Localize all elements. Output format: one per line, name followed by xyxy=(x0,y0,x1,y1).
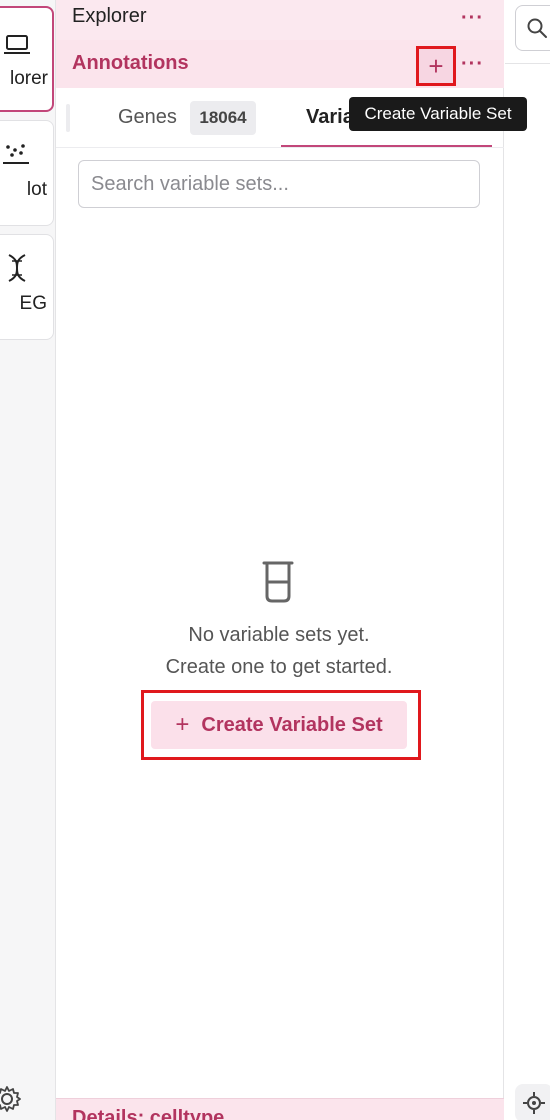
create-button-label: Create Variable Set xyxy=(201,713,383,736)
annotations-title: Annotations xyxy=(72,52,189,74)
explorer-header: Explorer ··· xyxy=(56,0,504,40)
gear-icon[interactable] xyxy=(0,1084,22,1114)
tab-variable-sets[interactable]: Varia xyxy=(306,106,354,129)
plus-icon: + xyxy=(175,711,190,738)
beaker-icon xyxy=(262,561,294,603)
laptop-icon xyxy=(0,34,52,62)
add-variable-set-button[interactable]: + xyxy=(416,46,456,86)
details-header[interactable]: Details: celltype xyxy=(56,1098,504,1120)
create-variable-set-button[interactable]: + Create Variable Set xyxy=(151,701,407,749)
activity-rail: lorer lot EG xyxy=(0,0,56,1120)
crosshair-icon xyxy=(523,1092,545,1114)
rail-item-scatterplot[interactable]: lot xyxy=(0,120,54,226)
search-variable-sets-input[interactable] xyxy=(78,160,480,208)
rail-item-label: lot xyxy=(26,179,47,200)
tabs-divider xyxy=(56,147,504,148)
tabs-scroll-indicator xyxy=(66,104,70,132)
search-icon xyxy=(527,18,547,38)
annotations-panel: Explorer ··· Annotations + ··· Genes 180… xyxy=(56,0,504,1120)
annotations-more-icon[interactable]: ··· xyxy=(461,54,484,74)
empty-state-message: No variable sets yet. xyxy=(188,624,370,646)
tab-genes[interactable]: Genes xyxy=(118,106,177,129)
create-variable-set-tooltip: Create Variable Set xyxy=(349,97,527,131)
empty-state-hint: Create one to get started. xyxy=(165,656,393,678)
right-search-box[interactable] xyxy=(515,5,550,51)
rail-item-deg[interactable]: EG xyxy=(0,234,54,340)
details-title: Details: celltype xyxy=(72,1107,225,1120)
right-divider xyxy=(505,63,550,64)
genes-count-badge: 18064 xyxy=(190,101,256,135)
explorer-title: Explorer xyxy=(72,5,147,27)
explorer-more-icon[interactable]: ··· xyxy=(461,8,484,28)
right-strip xyxy=(505,0,550,1120)
rail-item-label: EG xyxy=(19,293,47,314)
rail-item-label: lorer xyxy=(9,68,48,89)
scatter-plot-icon xyxy=(0,141,53,171)
dna-icon xyxy=(0,253,53,289)
annotations-header: Annotations + ··· xyxy=(56,40,504,88)
crosshair-button[interactable] xyxy=(515,1084,550,1120)
rail-item-explorer[interactable]: lorer xyxy=(0,6,54,112)
